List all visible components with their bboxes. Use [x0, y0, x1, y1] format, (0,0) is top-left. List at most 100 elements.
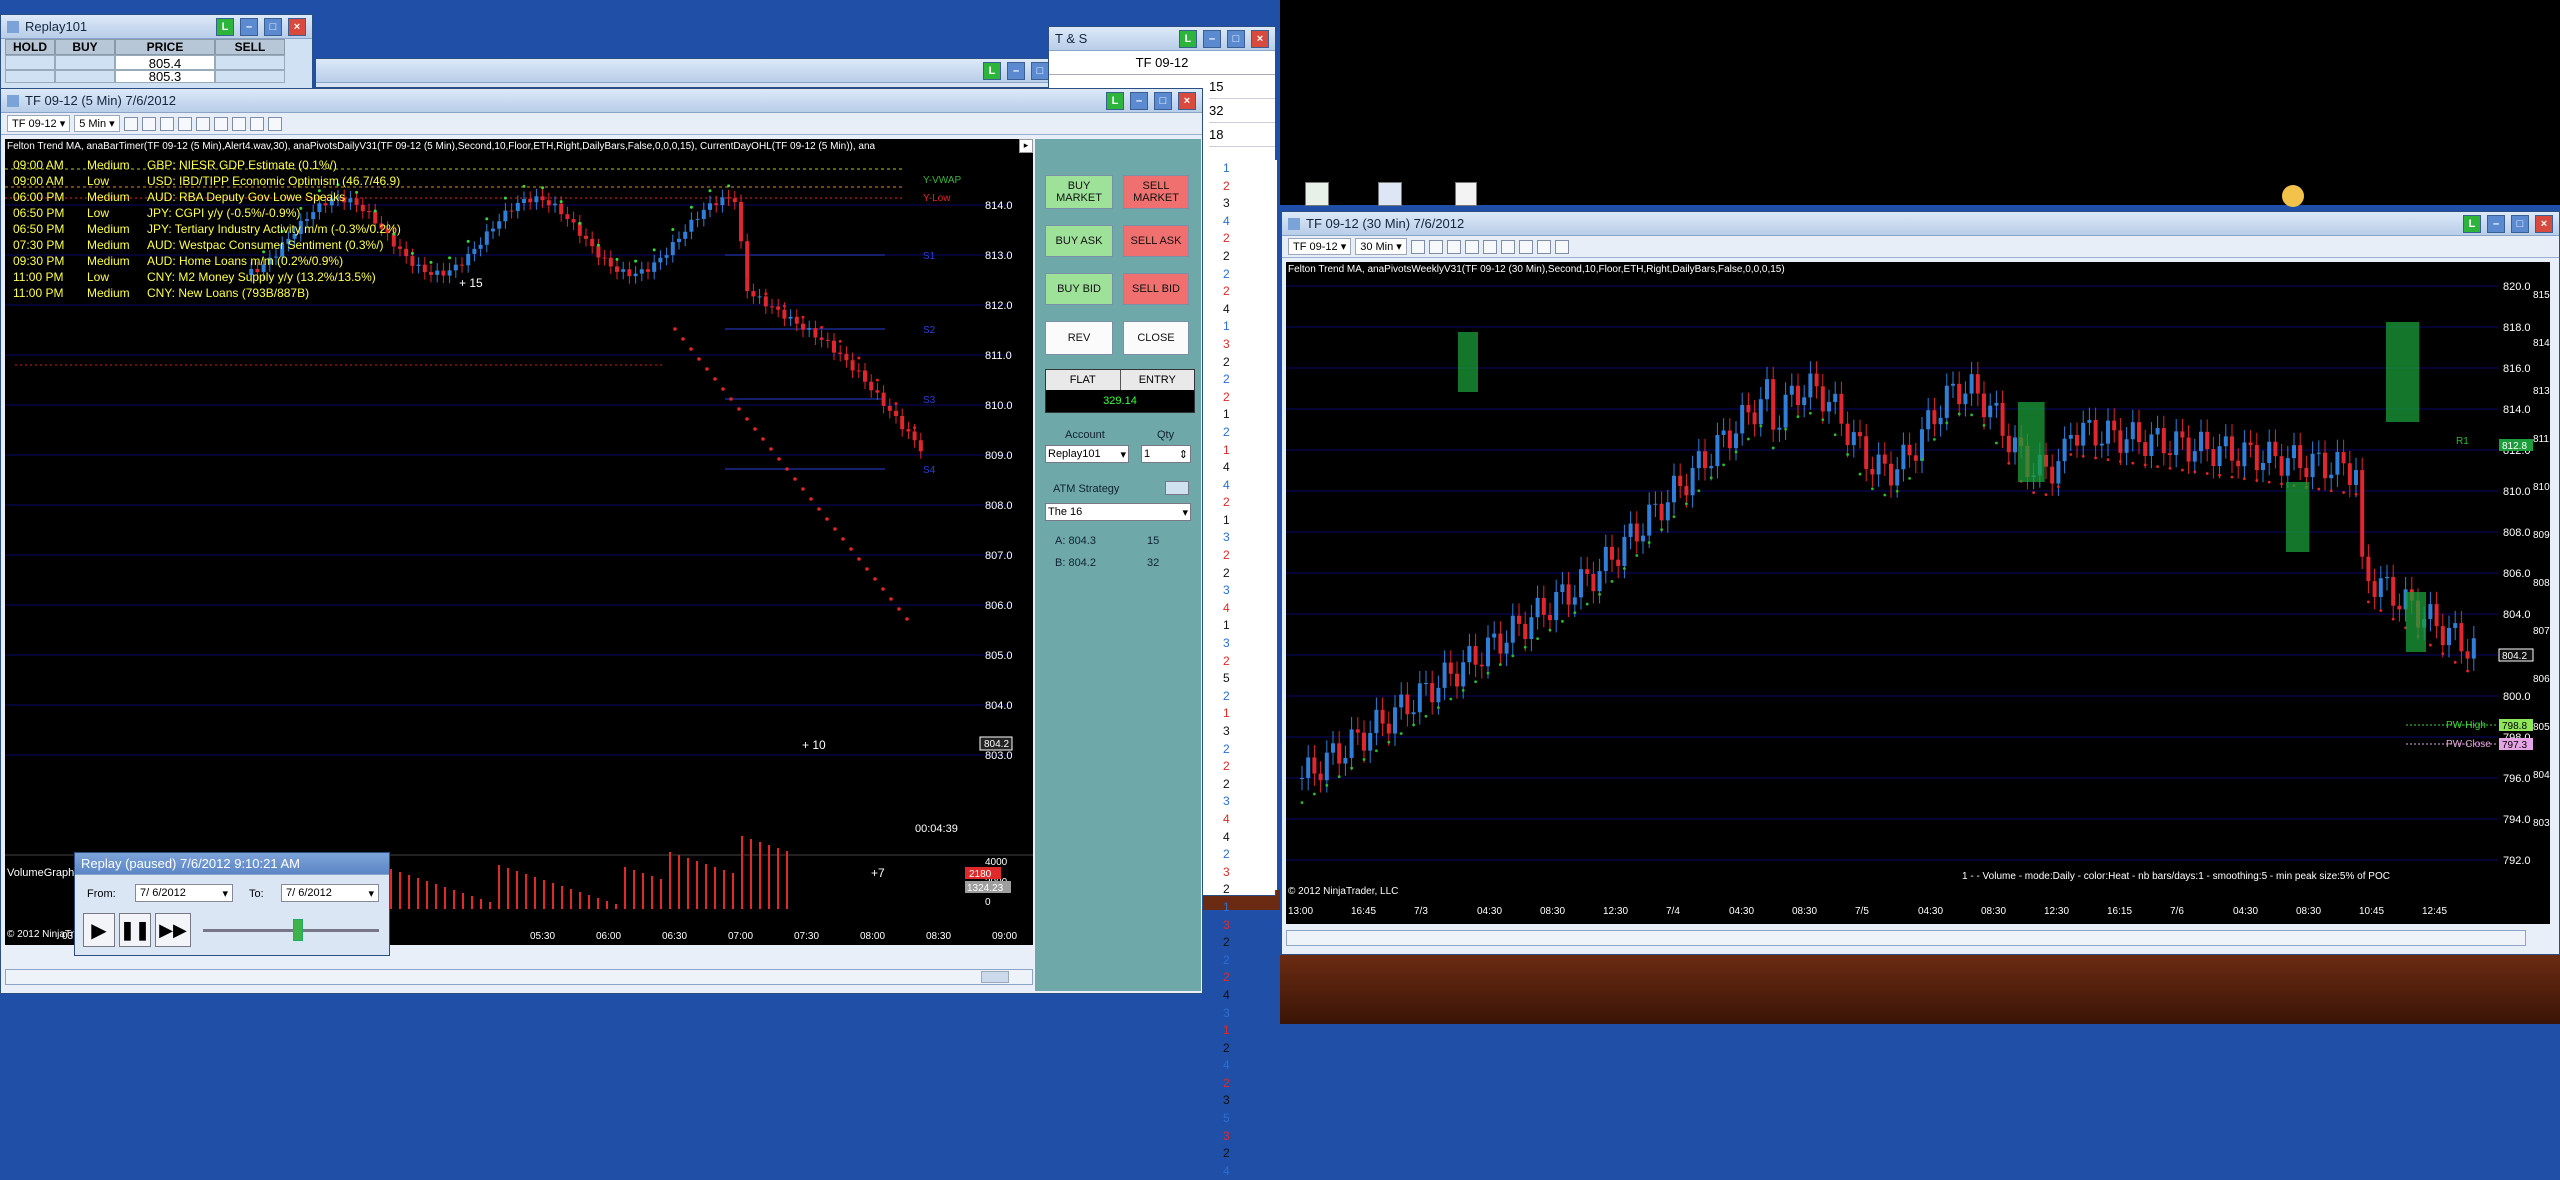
dom-cell[interactable]: [5, 55, 55, 70]
draw-icon[interactable]: [1446, 239, 1461, 254]
dom-price-cell[interactable]: 805.3: [115, 70, 215, 83]
atm-config-button[interactable]: [1165, 481, 1189, 495]
bar-type-icon[interactable]: [1410, 239, 1425, 254]
bar-type-icon[interactable]: [123, 116, 138, 131]
sell-bid-button[interactable]: SELL BID: [1123, 273, 1189, 305]
indicators-icon[interactable]: [213, 116, 228, 131]
ts-titlebar[interactable]: T & S L – □ ×: [1049, 27, 1275, 51]
grid-icon[interactable]: [1536, 239, 1551, 254]
qty-stepper[interactable]: 1 ⇕: [1141, 445, 1191, 463]
strategies-icon[interactable]: [1518, 239, 1533, 254]
entry-label: ENTRY: [1120, 370, 1194, 390]
sell-market-button[interactable]: SELL MARKET: [1123, 175, 1189, 209]
dom-price-cell[interactable]: 805.4: [115, 55, 215, 71]
trend-ma-dot: [801, 315, 805, 319]
dom-cell[interactable]: [215, 70, 285, 83]
dom-cell[interactable]: [55, 70, 115, 83]
draw-icon[interactable]: [159, 116, 174, 131]
desktop-icon-1[interactable]: [1305, 182, 1329, 206]
dom-cell[interactable]: [55, 55, 115, 70]
sell-ask-button[interactable]: SELL ASK: [1123, 225, 1189, 257]
account-dropdown[interactable]: Replay101 ▾: [1045, 445, 1129, 463]
minimize-button[interactable]: –: [240, 17, 258, 36]
weekly-chart-canvas[interactable]: 820.0818.0816.0814.0812.0810.0808.0806.0…: [1286, 262, 2550, 924]
minimize-button[interactable]: –: [2487, 214, 2505, 233]
strategies-icon[interactable]: [231, 116, 246, 131]
link-button[interactable]: L: [2463, 214, 2481, 233]
maximize-button[interactable]: □: [1031, 61, 1049, 80]
trend-ma-dot: [849, 547, 853, 551]
pencil-icon[interactable]: [141, 116, 156, 131]
properties-icon[interactable]: [195, 116, 210, 131]
buy-bid-button[interactable]: BUY BID: [1045, 273, 1113, 305]
link-button[interactable]: L: [1179, 29, 1197, 48]
properties-icon[interactable]: [1482, 239, 1497, 254]
minimize-button[interactable]: –: [1007, 61, 1025, 80]
indicators-icon[interactable]: [1500, 239, 1515, 254]
candle-body: [875, 390, 880, 393]
atm-dropdown[interactable]: The 16 ▾: [1045, 503, 1191, 521]
weekly-chart-title: TF 09-12 (30 Min) 7/6/2012: [1306, 216, 1465, 231]
maximize-button[interactable]: □: [1227, 29, 1245, 48]
candle-body: [2316, 452, 2321, 454]
pencil-icon[interactable]: [1428, 239, 1443, 254]
weekly-horizontal-scrollbar[interactable]: [1286, 930, 2526, 946]
volume-bar: [615, 904, 617, 909]
minimize-button[interactable]: –: [1130, 91, 1148, 110]
play-button[interactable]: ▶: [83, 913, 115, 947]
dom-cell[interactable]: [215, 55, 285, 70]
zoom-icon[interactable]: [177, 116, 192, 131]
maximize-button[interactable]: □: [1154, 91, 1172, 110]
desktop-icon-sun[interactable]: [2282, 185, 2304, 207]
link-button[interactable]: L: [216, 17, 234, 36]
to-date-picker[interactable]: 7/ 6/2012 ▾: [281, 884, 379, 902]
speed-slider-thumb[interactable]: [293, 919, 303, 941]
ts-tick-size: 2: [1223, 759, 1230, 774]
close-button[interactable]: ×: [288, 17, 306, 36]
minimize-button[interactable]: –: [1203, 29, 1221, 48]
panel-icon[interactable]: [1554, 239, 1569, 254]
instrument-dropdown[interactable]: TF 09-12 ▾: [1288, 238, 1352, 255]
main-horizontal-scrollbar[interactable]: [5, 969, 1033, 985]
grid-icon[interactable]: [249, 116, 264, 131]
desktop-icon-2[interactable]: [1378, 182, 1402, 206]
fast-forward-button[interactable]: ▶▶: [155, 913, 191, 947]
replay-control-titlebar[interactable]: Replay (paused) 7/6/2012 9:10:21 AM: [75, 853, 389, 875]
interval-dropdown[interactable]: 30 Min ▾: [1355, 238, 1407, 255]
buy-ask-button[interactable]: BUY ASK: [1045, 225, 1113, 257]
close-position-button[interactable]: CLOSE: [1123, 321, 1189, 355]
close-button[interactable]: ×: [2535, 214, 2553, 233]
reverse-button[interactable]: REV: [1045, 321, 1113, 355]
from-date-picker[interactable]: 7/ 6/2012 ▾: [135, 884, 233, 902]
replay101-titlebar[interactable]: Replay101 L – □ ×: [1, 15, 312, 39]
desktop-icon-3[interactable]: [1455, 182, 1477, 206]
link-button[interactable]: L: [983, 61, 1001, 80]
volume-bar: [777, 848, 779, 909]
main-chart-titlebar[interactable]: TF 09-12 (5 Min) 7/6/2012 L – □ ×: [1, 89, 1202, 113]
trend-ma-dot: [785, 467, 789, 471]
main-chart-canvas[interactable]: 814.0 813.0 812.0 811.0 810.0 809.0 808.0 807.0…: [5, 139, 1033, 945]
ts-instrument[interactable]: TF 09-12: [1049, 51, 1275, 75]
instrument-dropdown[interactable]: TF 09-12 ▾: [7, 115, 71, 132]
weekly-chart-titlebar[interactable]: TF 09-12 (30 Min) 7/6/2012 L – □ ×: [1282, 212, 2559, 236]
link-button[interactable]: L: [1106, 91, 1124, 110]
candle-body: [2006, 435, 2011, 453]
interval-dropdown[interactable]: 5 Min ▾: [74, 115, 120, 132]
time-tick-label: 08:30: [1540, 906, 1565, 917]
speed-slider-track[interactable]: [203, 929, 379, 932]
scroll-up-button[interactable]: ▸: [1019, 139, 1033, 153]
panel-icon[interactable]: [267, 116, 282, 131]
close-button[interactable]: ×: [1251, 29, 1269, 48]
maximize-button[interactable]: □: [2511, 214, 2529, 233]
buy-market-button[interactable]: BUY MARKET: [1045, 175, 1113, 209]
pause-button[interactable]: ❚❚: [119, 913, 151, 947]
candle-body: [2285, 458, 2290, 476]
close-button[interactable]: ×: [1178, 91, 1196, 110]
background-window-titlebar[interactable]: L – □ ×: [316, 59, 1079, 83]
weekly-chart-svg[interactable]: 820.0818.0816.0814.0812.0810.0808.0806.0…: [1286, 262, 2550, 924]
zoom-icon[interactable]: [1464, 239, 1479, 254]
maximize-button[interactable]: □: [264, 17, 282, 36]
scroll-thumb[interactable]: [981, 971, 1009, 983]
news-text: GBP: NIESR GDP Estimate (0.1%/): [147, 158, 337, 172]
dom-cell[interactable]: [5, 70, 55, 83]
